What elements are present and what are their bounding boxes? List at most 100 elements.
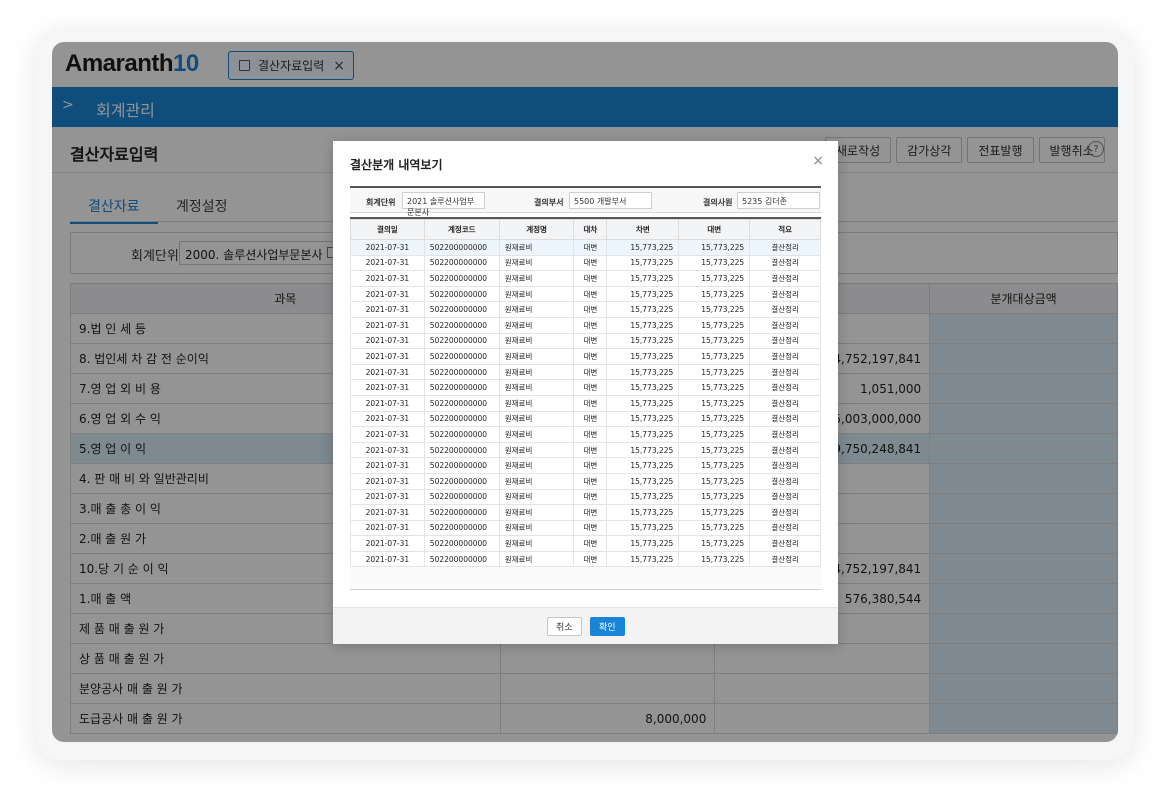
grid-cell: 대변 bbox=[573, 457, 608, 474]
grid-header[interactable]: 차변 bbox=[606, 219, 680, 240]
grid-cell: 결산정리 bbox=[749, 535, 821, 552]
grid-cell: 502200000000 bbox=[423, 410, 500, 428]
confirm-button[interactable]: 확인 bbox=[590, 617, 625, 636]
grid-cell: 2021-07-31 bbox=[350, 472, 425, 490]
close-icon[interactable]: × bbox=[812, 153, 824, 169]
grid-cell: 15,773,225 bbox=[678, 457, 751, 474]
grid-cell: 원재료비 bbox=[498, 550, 575, 568]
grid-cell: 2021-07-31 bbox=[350, 394, 425, 412]
grid-header[interactable]: 대차 bbox=[573, 219, 608, 240]
journal-grid: 결의일 계정코드 계정명 대차 차변 대변 적요 2021-07-31 50220000000… bbox=[350, 219, 821, 568]
grid-row[interactable]: 2021-07-31 502200000000 원재료비 대변 15,773,225 15… bbox=[350, 394, 821, 412]
grid-cell: 15,773,225 bbox=[678, 504, 751, 521]
grid-header[interactable]: 계정코드 bbox=[423, 219, 500, 240]
grid-cell: 502200000000 bbox=[423, 535, 500, 552]
grid-cell: 결산정리 bbox=[749, 472, 821, 490]
grid-row[interactable]: 2021-07-31 502200000000 원재료비 대변 15,773,225 15… bbox=[350, 301, 821, 318]
grid-cell: 2021-07-31 bbox=[350, 379, 425, 396]
grid-header[interactable]: 적요 bbox=[749, 219, 821, 240]
grid-cell: 15,773,225 bbox=[606, 348, 680, 365]
grid-row[interactable]: 2021-07-31 502200000000 원재료비 대변 15,773,225 15… bbox=[350, 535, 821, 552]
grid-row[interactable]: 2021-07-31 502200000000 원재료비 대변 15,773,225 15… bbox=[350, 488, 821, 506]
grid-cell: 15,773,225 bbox=[606, 285, 680, 303]
grid-cell: 15,773,225 bbox=[606, 316, 680, 334]
grid-cell: 결산정리 bbox=[749, 519, 821, 537]
grid-cell: 대변 bbox=[573, 550, 608, 568]
grid-row[interactable]: 2021-07-31 502200000000 원재료비 대변 15,773,225 15… bbox=[350, 332, 821, 350]
grid-header[interactable]: 대변 bbox=[678, 219, 751, 240]
grid-row[interactable]: 2021-07-31 502200000000 원재료비 대변 15,773,225 15… bbox=[350, 441, 821, 459]
grid-cell: 502200000000 bbox=[423, 457, 500, 474]
grid-cell: 502200000000 bbox=[423, 239, 500, 256]
grid-cell: 15,773,225 bbox=[678, 270, 751, 287]
grid-row[interactable]: 2021-07-31 502200000000 원재료비 대변 15,773,225 15… bbox=[350, 316, 821, 334]
filter-value-employee[interactable]: 5235 김더존 bbox=[737, 192, 820, 209]
grid-cell: 대변 bbox=[573, 301, 608, 318]
grid-header[interactable]: 결의일 bbox=[350, 219, 425, 240]
filter-label-employee: 결의사원 bbox=[703, 198, 733, 207]
grid-cell: 결산정리 bbox=[749, 254, 821, 272]
grid-cell: 502200000000 bbox=[423, 332, 500, 350]
grid-cell: 대변 bbox=[573, 254, 608, 272]
grid-row[interactable]: 2021-07-31 502200000000 원재료비 대변 15,773,225 15… bbox=[350, 410, 821, 428]
grid-cell: 15,773,225 bbox=[678, 379, 751, 396]
grid-cell: 15,773,225 bbox=[606, 270, 680, 287]
grid-row[interactable]: 2021-07-31 502200000000 원재료비 대변 15,773,225 15… bbox=[350, 426, 821, 443]
grid-cell: 대변 bbox=[573, 348, 608, 365]
grid-cell: 대변 bbox=[573, 394, 608, 412]
grid-cell: 2021-07-31 bbox=[350, 410, 425, 428]
grid-cell: 2021-07-31 bbox=[350, 348, 425, 365]
grid-cell: 502200000000 bbox=[423, 426, 500, 443]
filter-value-dept[interactable]: 5500 개발부서 bbox=[569, 192, 652, 209]
grid-cell: 15,773,225 bbox=[678, 535, 751, 552]
grid-cell: 15,773,225 bbox=[606, 426, 680, 443]
grid-cell: 결산정리 bbox=[749, 457, 821, 474]
grid-cell: 원재료비 bbox=[498, 519, 575, 537]
grid-cell: 결산정리 bbox=[749, 239, 821, 256]
grid-cell: 502200000000 bbox=[423, 394, 500, 412]
grid-cell: 15,773,225 bbox=[606, 379, 680, 396]
grid-cell: 15,773,225 bbox=[678, 363, 751, 381]
grid-cell: 원재료비 bbox=[498, 379, 575, 396]
modal-filter-bar: 회계단위 2021 솔루션사업부문본사 결의부서 5500 개발부서 결의사원 … bbox=[350, 186, 821, 217]
grid-cell: 결산정리 bbox=[749, 550, 821, 568]
grid-row[interactable]: 2021-07-31 502200000000 원재료비 대변 15,773,225 15… bbox=[350, 239, 821, 256]
grid-cell: 원재료비 bbox=[498, 254, 575, 272]
grid-cell: 결산정리 bbox=[749, 285, 821, 303]
grid-cell: 대변 bbox=[573, 535, 608, 552]
grid-row[interactable]: 2021-07-31 502200000000 원재료비 대변 15,773,225 15… bbox=[350, 504, 821, 521]
grid-header[interactable]: 계정명 bbox=[498, 219, 575, 240]
grid-cell: 15,773,225 bbox=[678, 410, 751, 428]
grid-cell: 15,773,225 bbox=[606, 239, 680, 256]
grid-cell: 502200000000 bbox=[423, 363, 500, 381]
grid-cell: 대변 bbox=[573, 379, 608, 396]
grid-cell: 원재료비 bbox=[498, 285, 575, 303]
grid-cell: 15,773,225 bbox=[678, 301, 751, 318]
grid-cell: 2021-07-31 bbox=[350, 316, 425, 334]
grid-row[interactable]: 2021-07-31 502200000000 원재료비 대변 15,773,225 15… bbox=[350, 285, 821, 303]
grid-row[interactable]: 2021-07-31 502200000000 원재료비 대변 15,773,225 15… bbox=[350, 519, 821, 537]
grid-row[interactable]: 2021-07-31 502200000000 원재료비 대변 15,773,225 15… bbox=[350, 363, 821, 381]
grid-cell: 502200000000 bbox=[423, 301, 500, 318]
grid-cell: 15,773,225 bbox=[678, 332, 751, 350]
grid-cell: 2021-07-31 bbox=[350, 301, 425, 318]
grid-cell: 15,773,225 bbox=[606, 550, 680, 568]
filter-value-unit[interactable]: 2021 솔루션사업부문본사 bbox=[402, 192, 485, 217]
grid-row[interactable]: 2021-07-31 502200000000 원재료비 대변 15,773,225 15… bbox=[350, 472, 821, 490]
grid-cell: 15,773,225 bbox=[678, 426, 751, 443]
grid-cell: 원재료비 bbox=[498, 301, 575, 318]
grid-cell: 2021-07-31 bbox=[350, 535, 425, 552]
grid-cell: 15,773,225 bbox=[678, 254, 751, 272]
grid-row[interactable]: 2021-07-31 502200000000 원재료비 대변 15,773,225 15… bbox=[350, 270, 821, 287]
grid-row[interactable]: 2021-07-31 502200000000 원재료비 대변 15,773,225 15… bbox=[350, 348, 821, 365]
grid-cell: 502200000000 bbox=[423, 504, 500, 521]
grid-cell: 15,773,225 bbox=[606, 535, 680, 552]
grid-cell: 결산정리 bbox=[749, 410, 821, 428]
grid-row[interactable]: 2021-07-31 502200000000 원재료비 대변 15,773,225 15… bbox=[350, 379, 821, 396]
grid-row[interactable]: 2021-07-31 502200000000 원재료비 대변 15,773,225 15… bbox=[350, 550, 821, 568]
cancel-button[interactable]: 취소 bbox=[547, 617, 582, 636]
grid-row[interactable]: 2021-07-31 502200000000 원재료비 대변 15,773,225 15… bbox=[350, 254, 821, 272]
grid-cell: 대변 bbox=[573, 441, 608, 459]
grid-row[interactable]: 2021-07-31 502200000000 원재료비 대변 15,773,225 15… bbox=[350, 457, 821, 474]
grid-cell: 대변 bbox=[573, 519, 608, 537]
